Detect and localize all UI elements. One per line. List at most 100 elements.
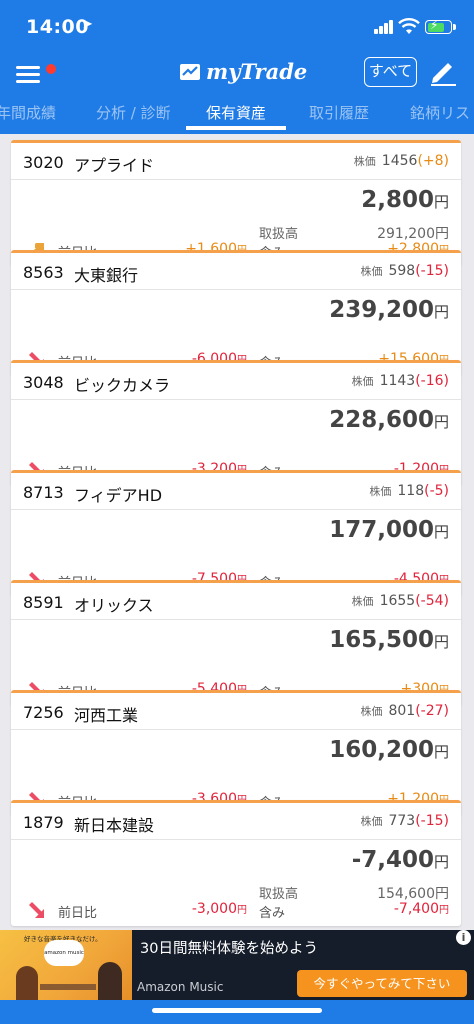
holding-header: 8563 大東銀行 株価 598(-15) — [11, 253, 461, 290]
holding-header: 7256 河西工業 株価 801(-27) — [11, 693, 461, 730]
stock-price-change: (-15) — [415, 813, 449, 829]
stock-price-value: 773 — [388, 813, 416, 829]
stock-code: 8713 — [23, 483, 64, 502]
stock-price-change: (-15) — [415, 263, 449, 279]
notification-dot — [46, 64, 56, 74]
ad-image-logo: amazon music — [44, 940, 84, 966]
holdings-list[interactable]: 3020アプライド株価1456(+8)2,800円取扱高291,200円前日比+… — [0, 134, 474, 930]
holding-amount-value: 165,500 — [329, 627, 434, 653]
tab-stock-list[interactable]: 銘柄リスト — [410, 102, 474, 123]
holding-amount: 228,600円 — [329, 407, 449, 433]
stock-price-label: 株価 — [369, 485, 392, 498]
holding-header: 3048 ビックカメラ 株価 1143(-16) — [11, 363, 461, 400]
holding-card[interactable]: 1879 新日本建設 株価 773(-15) -7,400円 取扱高 154,600円 前日比… — [11, 800, 461, 926]
home-indicator[interactable] — [152, 1008, 322, 1013]
prev-day-label: 前日比 — [58, 906, 98, 921]
stock-price-value: 598 — [388, 263, 416, 279]
holding-card[interactable]: 3020アプライド株価1456(+8)2,800円取扱高291,200円前日比+… — [11, 140, 461, 266]
all-button[interactable]: すべて — [364, 57, 417, 87]
holding-card[interactable]: 3048ビックカメラ株価1143(-16)228,600円前日比-3,200円含… — [11, 360, 461, 486]
logo-chart-icon — [180, 64, 200, 80]
stock-price-change: (-27) — [415, 703, 449, 719]
hamburger-menu-icon[interactable] — [16, 62, 56, 84]
holding-card[interactable]: 8563大東銀行株価598(-15)239,200円前日比-6,000円含み+1… — [11, 250, 461, 376]
unrealized-label: 含み — [259, 906, 286, 921]
stock-price: 株価 773(-15) — [360, 813, 449, 829]
stock-price: 株価 118(-5) — [369, 483, 449, 499]
stock-price-change: (+8) — [417, 153, 449, 169]
stock-price-label: 株価 — [360, 815, 383, 828]
holding-amount: 2,800円 — [361, 187, 449, 213]
yen-unit: 円 — [433, 413, 449, 431]
edit-pen-icon[interactable] — [428, 56, 458, 86]
holding-amount: 239,200円 — [329, 297, 449, 323]
active-tab-indicator — [186, 126, 286, 130]
cellular-signal-icon — [374, 20, 394, 34]
tab-holdings[interactable]: 保有資産 — [206, 102, 266, 123]
wifi-icon — [398, 18, 420, 34]
stock-price-label: 株価 — [360, 265, 383, 278]
stock-price-value: 1143 — [379, 373, 416, 389]
stock-name: アプライド — [74, 156, 155, 175]
holding-amount-value: 2,800 — [361, 187, 434, 213]
ad-brand: Amazon Music — [137, 980, 224, 994]
yen-unit: 円 — [433, 633, 449, 651]
bottom-bar — [0, 1000, 474, 1024]
stock-name: 新日本建設 — [74, 816, 155, 835]
unrealized-gain: -7,400円 — [394, 901, 449, 917]
yen-unit: 円 — [433, 303, 449, 321]
battery-icon: ⚡ — [425, 18, 456, 34]
stock-name: オリックス — [74, 596, 154, 615]
holding-amount-value: 160,200 — [329, 737, 434, 763]
status-bar: 14:00 ➤ ⚡ — [0, 0, 474, 54]
holding-card[interactable]: 8591オリックス株価1655(-54)165,500円前日比-5,400円含み… — [11, 580, 461, 706]
stock-price-value: 1456 — [381, 153, 418, 169]
stock-name: 河西工業 — [74, 706, 139, 725]
holding-amount-value: 228,600 — [329, 407, 434, 433]
prev-day-change-value: -3,000 — [191, 901, 237, 917]
holding-amount: 165,500円 — [329, 627, 449, 653]
stock-code: 7256 — [23, 703, 64, 722]
stock-price-change: (-16) — [415, 373, 449, 389]
yen-unit: 円 — [433, 743, 449, 761]
stock-price-value: 801 — [388, 703, 416, 719]
stock-price: 株価 1143(-16) — [352, 373, 449, 389]
holding-header: 8713 フィデアHD 株価 118(-5) — [11, 473, 461, 510]
holding-amount-value: -7,400 — [351, 847, 434, 873]
stock-price: 株価 598(-15) — [360, 263, 449, 279]
prev-day-change: -3,000円 — [161, 901, 247, 917]
tab-trade-history[interactable]: 取引履歴 — [309, 102, 369, 123]
ad-banner[interactable]: 好きな音楽を好きなだけ。 amazon music 30日間無料体験を始めよう … — [0, 930, 474, 1000]
handling-value: 154,600円 — [377, 886, 449, 902]
ad-image[interactable]: 好きな音楽を好きなだけ。 amazon music — [0, 930, 132, 1000]
holding-header: 1879 新日本建設 株価 773(-15) — [11, 803, 461, 840]
stock-code: 3048 — [23, 373, 64, 392]
tab-annual-results[interactable]: 年間成績 — [0, 102, 56, 123]
holding-header: 8591 オリックス 株価 1655(-54) — [11, 583, 461, 620]
stock-price-value: 118 — [397, 483, 425, 499]
trend-down-arrow-icon — [29, 902, 44, 918]
stock-name: 大東銀行 — [74, 266, 139, 285]
stock-code: 8563 — [23, 263, 64, 282]
status-time: 14:00 — [26, 16, 89, 38]
handling-label: 取扱高 — [259, 887, 299, 902]
holding-card[interactable]: 8713フィデアHD株価118(-5)177,000円前日比-7,500円含み-… — [11, 470, 461, 596]
yen-unit: 円 — [433, 853, 449, 871]
yen-unit: 円 — [237, 905, 247, 916]
ad-cta-button[interactable]: 今すぐやってみて下さい — [297, 970, 467, 997]
ad-title[interactable]: 30日間無料体験を始めよう — [140, 937, 318, 958]
app-logo: myTrade — [180, 56, 307, 86]
holding-card[interactable]: 7256河西工業株価801(-27)160,200円前日比-3,600円含み+1… — [11, 690, 461, 816]
stock-price: 株価 1456(+8) — [354, 153, 449, 169]
stock-price-label: 株価 — [351, 595, 374, 608]
yen-unit: 円 — [433, 193, 449, 211]
ad-info-icon[interactable]: i — [456, 930, 471, 945]
app-name: myTrade — [206, 58, 308, 84]
handling-value: 291,200円 — [377, 226, 449, 242]
holding-amount: 160,200円 — [329, 737, 449, 763]
yen-unit: 円 — [433, 523, 449, 541]
tab-bar: 年間成績 分析 / 診断 保有資産 取引履歴 銘柄リスト — [0, 90, 474, 134]
stock-code: 3020 — [23, 153, 64, 172]
nav-bar: myTrade すべて — [0, 54, 474, 90]
tab-analysis[interactable]: 分析 / 診断 — [96, 102, 171, 123]
